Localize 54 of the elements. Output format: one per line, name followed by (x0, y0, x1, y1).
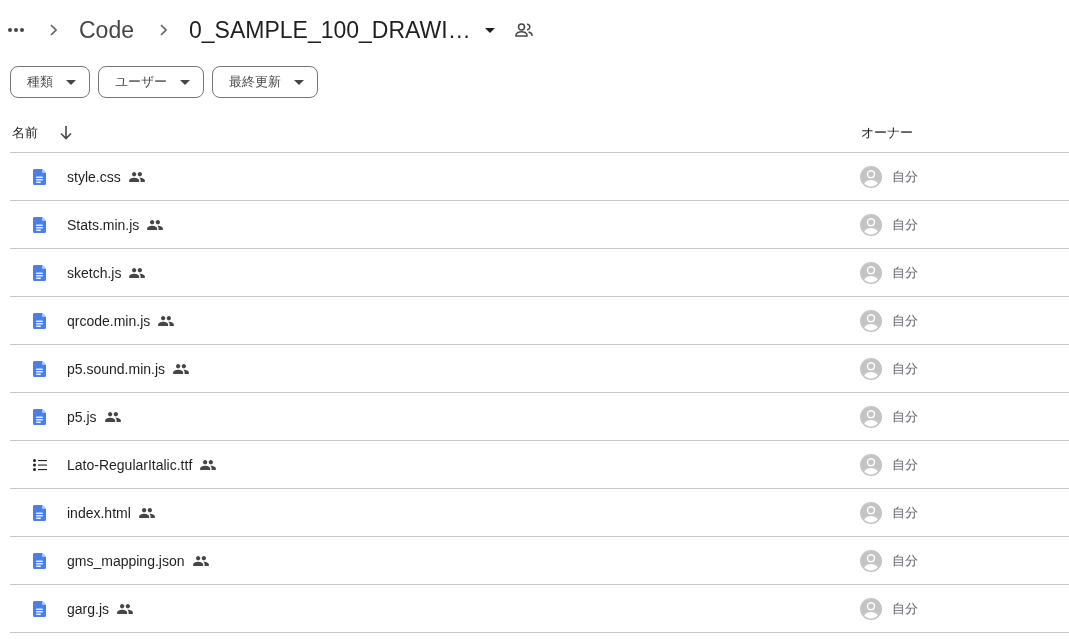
avatar-icon (860, 165, 882, 188)
file-name: index.html (67, 504, 131, 521)
avatar-icon (860, 309, 882, 332)
document-icon (33, 216, 46, 233)
owner-name: 自分 (892, 359, 918, 378)
folder-title-button[interactable]: 0_SAMPLE_100_DRAWI… (189, 16, 501, 44)
chevron-right-icon (50, 24, 57, 36)
filter-chip[interactable]: 最終更新 (212, 66, 318, 98)
file-name: style.css (67, 168, 121, 185)
filter-chip[interactable]: 種類 (10, 66, 90, 98)
avatar-icon (860, 357, 882, 380)
document-icon (33, 552, 46, 569)
document-icon (33, 312, 46, 329)
file-name: qrcode.min.js (67, 312, 151, 329)
caret-icon (484, 27, 495, 33)
file-name: Stats.min.js (67, 216, 140, 233)
breadcrumb-link[interactable]: Code (79, 16, 134, 44)
owner-name: 自分 (892, 599, 918, 618)
owner-name: 自分 (892, 407, 918, 426)
avatar-icon (860, 405, 882, 428)
owner-name: 自分 (892, 215, 918, 234)
file-name: sketch.js (67, 264, 122, 281)
document-icon (33, 600, 46, 617)
owner-name: 自分 (892, 503, 918, 522)
document-icon (33, 408, 46, 425)
owner-name: 自分 (892, 551, 918, 570)
caret-icon (294, 79, 304, 85)
chevron-right-icon (160, 24, 167, 36)
owner-name: 自分 (892, 455, 918, 474)
file-name: p5.sound.min.js (67, 360, 166, 377)
avatar-icon (860, 261, 882, 284)
filter-chip[interactable]: ユーザー (98, 66, 204, 98)
document-icon (33, 264, 46, 281)
avatar-icon (860, 213, 882, 236)
file-name: Lato-RegularItalic.ttf (67, 456, 193, 473)
document-icon (33, 168, 46, 185)
document-icon (33, 360, 46, 377)
owner-name: 自分 (892, 263, 918, 282)
document-icon (33, 504, 46, 521)
owner-name: 自分 (892, 311, 918, 330)
file-name: garg.js (67, 600, 110, 617)
column-header[interactable]: 名前 (10, 123, 72, 142)
caret-icon (66, 79, 76, 85)
more-icon[interactable] (8, 28, 24, 32)
column-header[interactable]: オーナー (859, 123, 913, 142)
owner-name: 自分 (892, 167, 918, 186)
avatar-icon (860, 549, 882, 572)
file-name: p5.js (67, 408, 97, 425)
avatar-icon (860, 453, 882, 476)
avatar-icon (860, 501, 882, 524)
list-icon (33, 458, 47, 471)
file-name: gms_mapping.json (67, 552, 185, 569)
avatar-icon (860, 597, 882, 620)
caret-icon (180, 79, 190, 85)
